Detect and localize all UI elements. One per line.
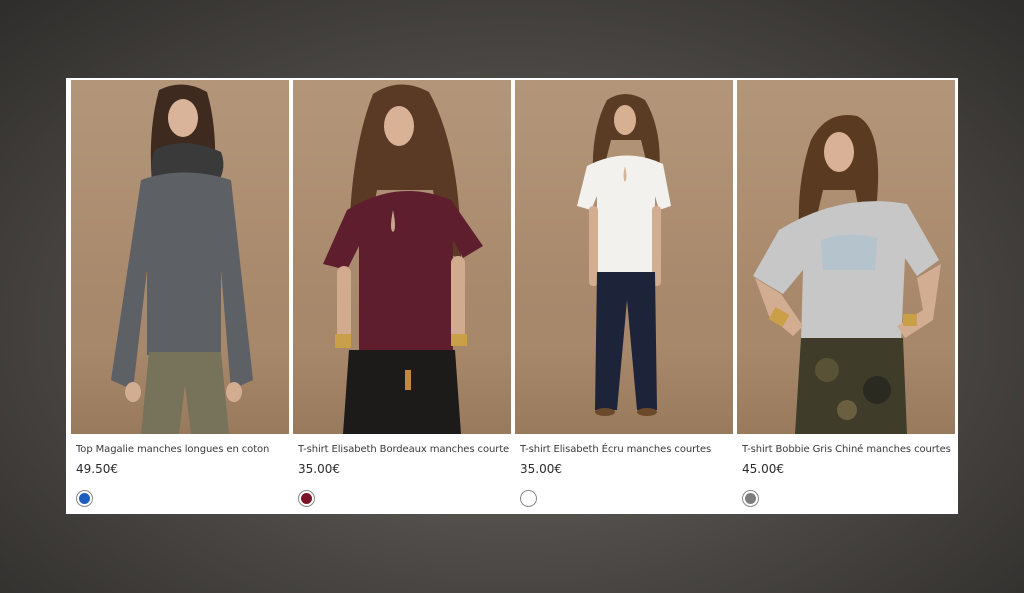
color-swatch-ecru[interactable] <box>520 490 537 507</box>
product-title[interactable]: T-shirt Elisabeth Écru manches courtes <box>520 444 733 455</box>
swatch-color <box>523 493 534 504</box>
product-card[interactable]: Top Magalie manches longues en coton 49.… <box>71 80 289 507</box>
color-swatch-blue[interactable] <box>76 490 93 507</box>
product-card[interactable]: T-shirt Elisabeth Écru manches courtes 3… <box>515 80 733 507</box>
product-image[interactable] <box>737 80 955 434</box>
product-grid: Top Magalie manches longues en coton 49.… <box>66 78 958 514</box>
product-image[interactable] <box>515 80 733 434</box>
product-price: 45.00€ <box>742 462 784 476</box>
swatch-color <box>745 493 756 504</box>
product-card[interactable]: T-shirt Bobbie Gris Chiné manches courte… <box>737 80 955 507</box>
product-image[interactable] <box>293 80 511 434</box>
swatch-color <box>301 493 312 504</box>
product-price: 35.00€ <box>298 462 340 476</box>
product-title[interactable]: T-shirt Elisabeth Bordeaux manches court… <box>298 444 511 455</box>
product-card[interactable]: T-shirt Elisabeth Bordeaux manches court… <box>293 80 511 507</box>
product-price: 49.50€ <box>76 462 118 476</box>
product-price: 35.00€ <box>520 462 562 476</box>
product-image[interactable] <box>71 80 289 434</box>
product-title[interactable]: Top Magalie manches longues en coton <box>76 444 289 455</box>
color-swatch-grey[interactable] <box>742 490 759 507</box>
swatch-color <box>79 493 90 504</box>
color-swatch-burgundy[interactable] <box>298 490 315 507</box>
product-title[interactable]: T-shirt Bobbie Gris Chiné manches courte… <box>742 444 955 455</box>
